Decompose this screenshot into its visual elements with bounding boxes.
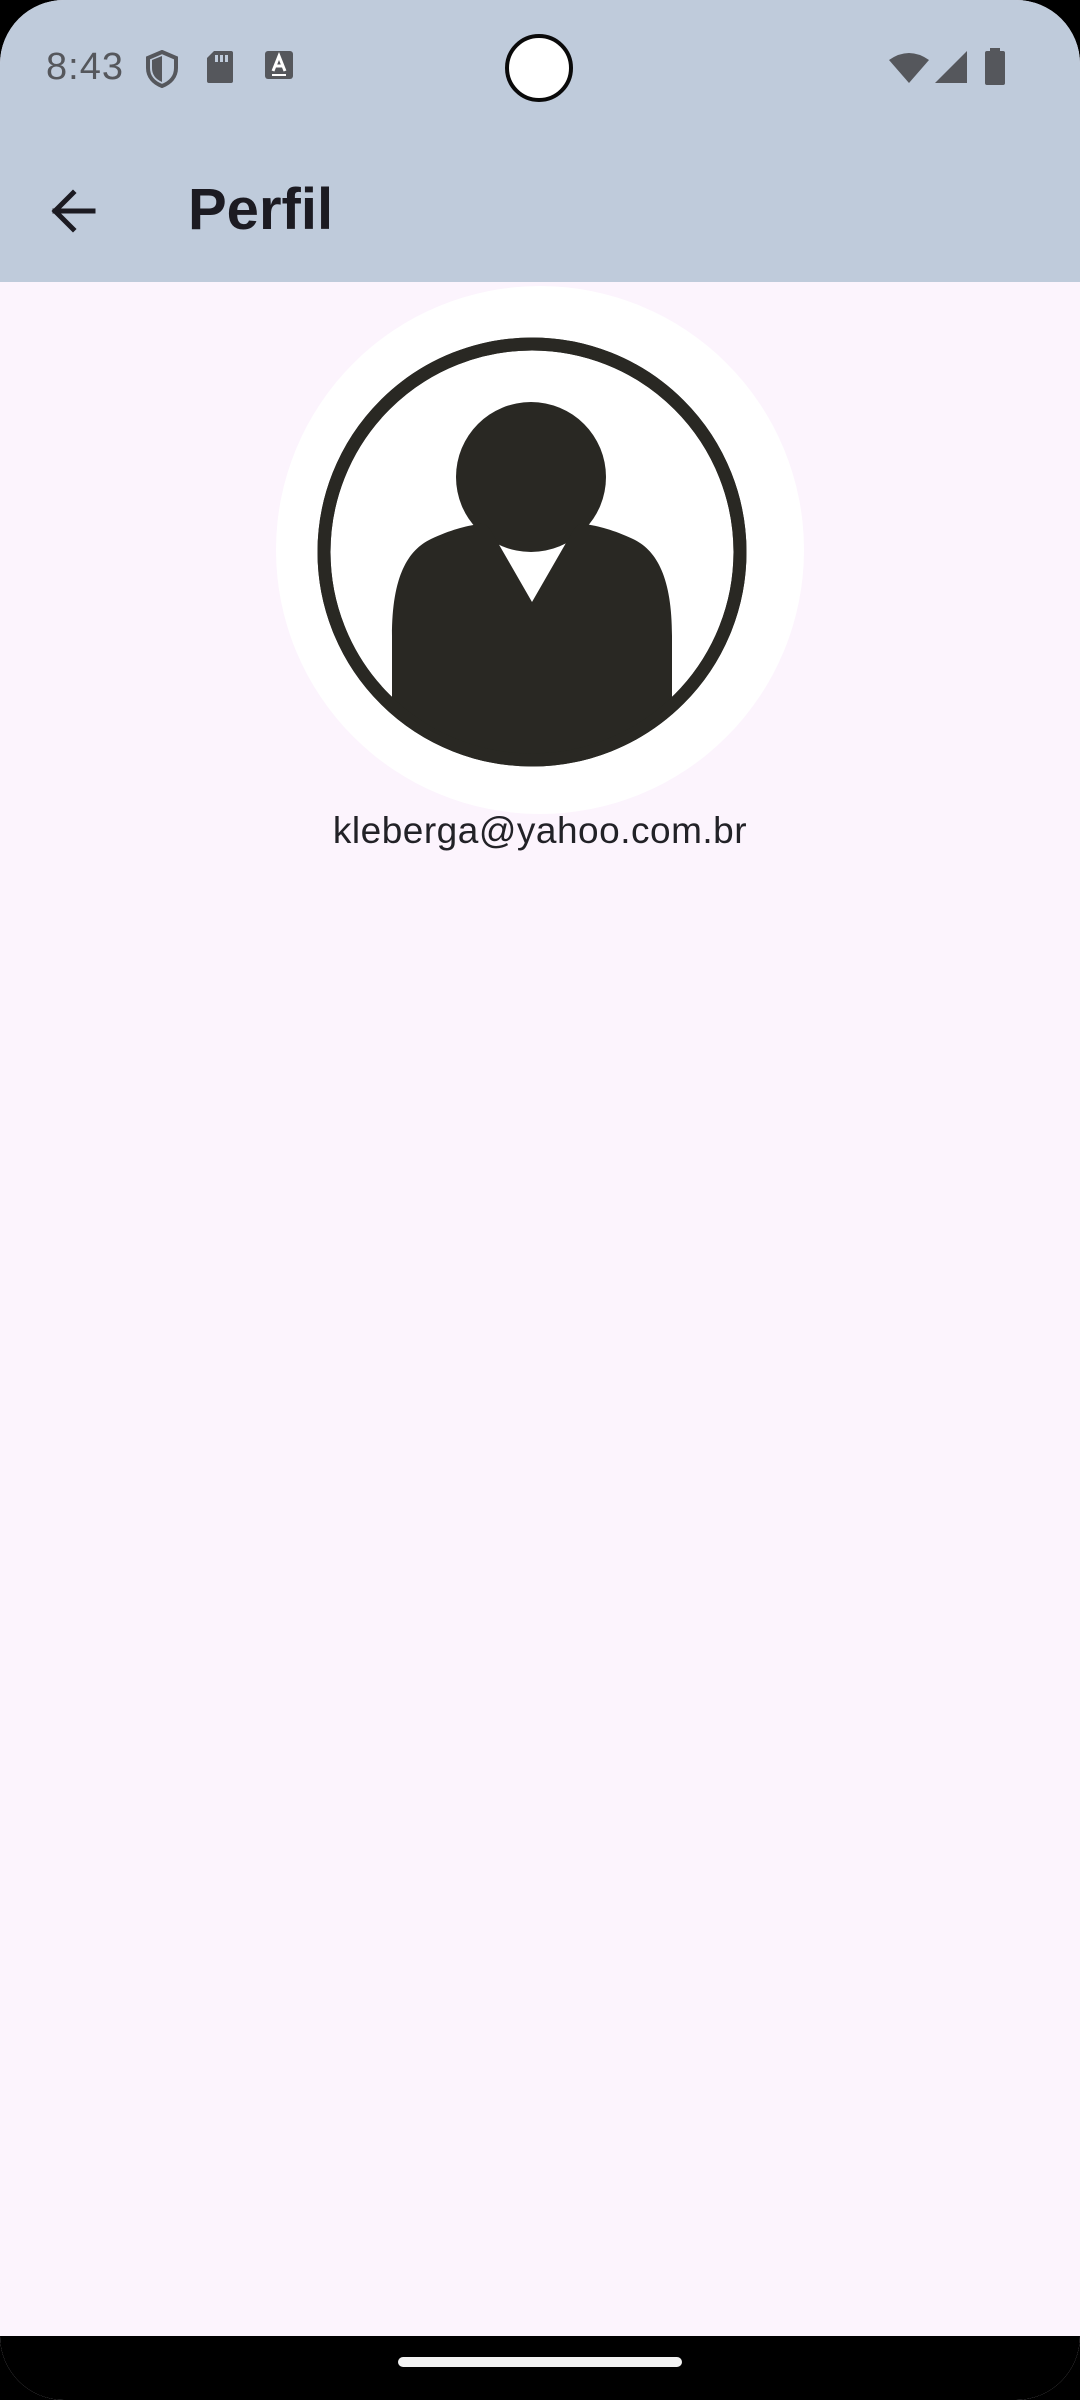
cell-signal-icon [934, 50, 968, 89]
back-button[interactable] [30, 170, 116, 256]
top-app-area: 8:43 Perfil [0, 0, 1080, 282]
wifi-icon [888, 52, 930, 89]
battery-icon [984, 48, 1006, 91]
avatar[interactable] [276, 286, 804, 814]
keyboard-a-icon [264, 50, 294, 85]
arrow-back-icon [49, 188, 97, 238]
screen: 8:43 Perfil kleberga@yahoo.com.br [0, 0, 1080, 2400]
sd-card-icon [206, 50, 234, 89]
status-bar: 8:43 [0, 0, 1080, 140]
camera-cutout [505, 34, 573, 102]
status-time: 8:43 [46, 46, 124, 88]
navigation-bar [0, 2336, 1080, 2400]
page-title: Perfil [188, 177, 334, 242]
home-gesture-handle[interactable] [398, 2357, 682, 2367]
app-bar: Perfil [0, 150, 1080, 270]
profile-email: kleberga@yahoo.com.br [332, 810, 748, 851]
shield-icon [144, 49, 180, 93]
